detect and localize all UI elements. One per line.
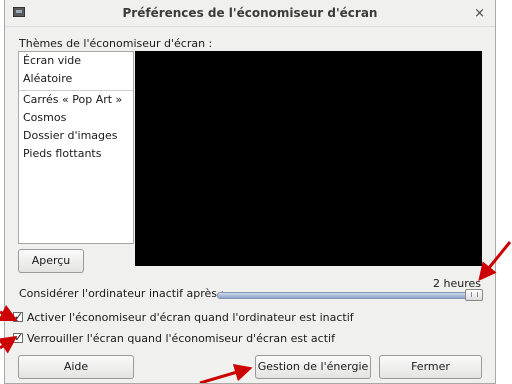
arrow-to-power-button bbox=[199, 363, 253, 383]
arrow-to-lock-option bbox=[0, 335, 18, 354]
annotation-arrows bbox=[0, 241, 512, 383]
arrow-to-idle-slider bbox=[478, 241, 512, 281]
arrow-to-activate-option bbox=[0, 304, 19, 322]
